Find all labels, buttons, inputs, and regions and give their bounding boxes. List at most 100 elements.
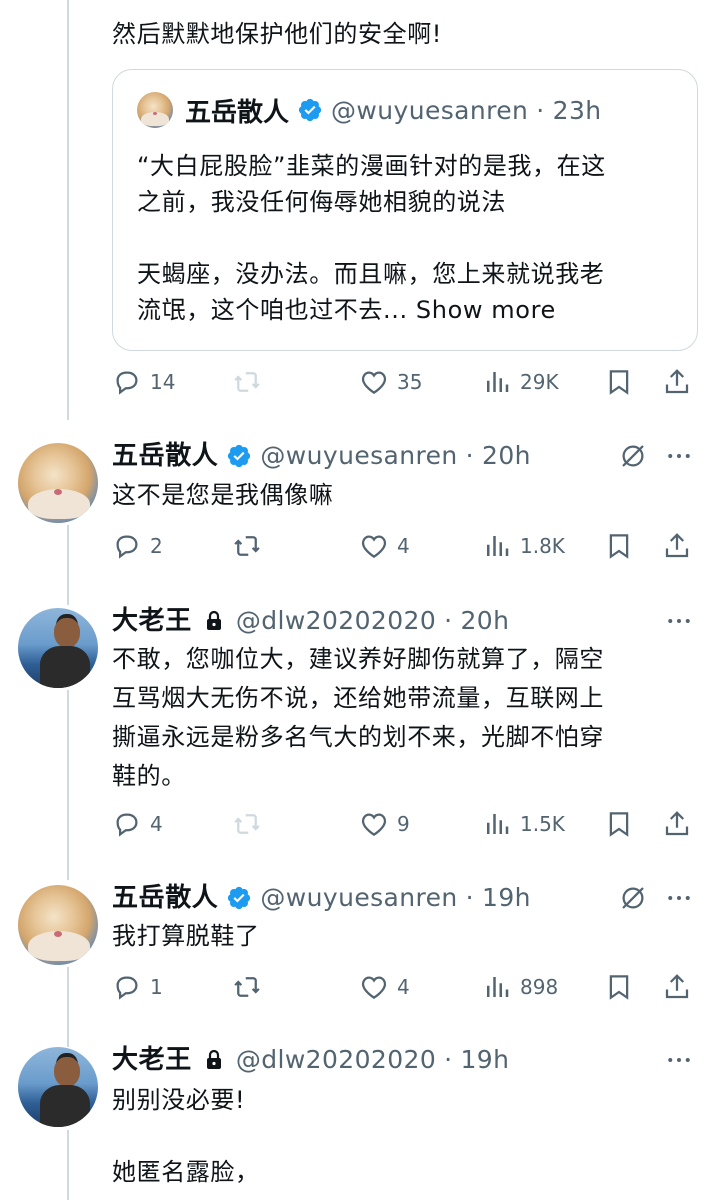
like-button[interactable]: 9 [359, 804, 410, 844]
share-icon [665, 533, 689, 558]
author-name[interactable]: 五岳散人 [112, 438, 218, 474]
bookmark-icon [609, 812, 629, 837]
like-count: 4 [397, 534, 410, 558]
views-count: 1.8K [520, 534, 565, 558]
tweet-text: 我打算脱鞋了 [112, 922, 260, 950]
reply-button[interactable]: 2 [112, 526, 163, 566]
timestamp[interactable]: 20h [460, 603, 509, 639]
bookmark-button[interactable] [604, 967, 634, 1007]
show-more-link[interactable]: Show more [416, 296, 556, 324]
tweet-text: 互骂烟大无伤不说，还给她带流量，互联网上 [112, 684, 604, 712]
like-button[interactable]: 4 [359, 967, 410, 1007]
retweet-button[interactable] [232, 526, 270, 566]
reply-button[interactable]: 14 [112, 362, 175, 402]
share-button[interactable] [662, 804, 692, 844]
quoted-handle[interactable]: @wuyuesanren [331, 96, 528, 125]
separator: · [465, 883, 475, 912]
quoted-text-line: 流氓，这个咱也过不去... [137, 296, 408, 324]
avatar[interactable] [18, 608, 98, 688]
reply-button[interactable]: 4 [112, 804, 163, 844]
like-icon [361, 976, 387, 999]
avatar[interactable] [18, 443, 98, 523]
reply-count: 2 [150, 534, 163, 558]
views-icon [487, 372, 509, 392]
views-count: 898 [520, 975, 559, 999]
share-button[interactable] [662, 362, 692, 402]
share-button[interactable] [662, 967, 692, 1007]
thread-line [67, 0, 69, 420]
quoted-text-line: “大白屁股脸”韭菜的漫画针对的是我，在这 [137, 152, 606, 180]
tweet-text: 鞋的。 [112, 762, 186, 790]
retweet-button[interactable] [232, 967, 270, 1007]
more-icon[interactable] [664, 1045, 694, 1075]
like-icon [361, 813, 387, 836]
verified-icon [228, 886, 251, 910]
retweet-icon [234, 372, 260, 392]
views-button[interactable]: 29K [482, 362, 559, 402]
quoted-text-line: 天蝎座，没办法。而且嘛，您上来就说我老 [137, 260, 605, 288]
reply-icon [116, 371, 138, 395]
timestamp[interactable]: 20h [482, 438, 531, 474]
views-count: 29K [520, 370, 559, 394]
share-icon [665, 811, 689, 836]
tweet-text: 撕逼永远是粉多名气大的划不来，光脚不怕穿 [112, 723, 604, 751]
reply-button[interactable]: 1 [112, 967, 163, 1007]
action-bar: 4 9 1.5K [112, 804, 698, 844]
like-icon [361, 371, 387, 394]
like-button[interactable]: 35 [359, 362, 422, 402]
retweet-icon [234, 536, 260, 556]
views-button[interactable]: 1.5K [482, 804, 565, 844]
avatar[interactable] [18, 1047, 98, 1127]
reply-icon [116, 976, 138, 1000]
retweet-button[interactable] [232, 362, 270, 402]
thread-line [67, 967, 69, 1047]
author-handle[interactable]: @wuyuesanren [260, 438, 457, 474]
action-bar: 2 4 1.8K [112, 526, 698, 566]
views-count: 1.5K [520, 812, 565, 836]
reply-icon [116, 813, 138, 837]
quoted-timestamp[interactable]: 23h [553, 96, 602, 125]
more-icon[interactable] [664, 606, 694, 636]
bookmark-button[interactable] [604, 362, 634, 402]
views-button[interactable]: 1.8K [482, 526, 565, 566]
tweet-text: 她匿名露脸， [112, 1158, 260, 1186]
retweet-button[interactable] [232, 804, 270, 844]
tweet-text: 不敢，您咖位大，建议养好脚伤就算了，隔空 [112, 645, 604, 673]
author-handle[interactable]: @dlw20202020 [236, 1042, 436, 1078]
verified-icon [228, 444, 251, 468]
share-icon [665, 369, 689, 394]
grok-icon[interactable] [618, 441, 648, 471]
quoted-avatar [137, 92, 173, 128]
timestamp[interactable]: 19h [482, 880, 531, 916]
views-icon [487, 977, 509, 997]
retweet-icon [234, 977, 260, 997]
bookmark-button[interactable] [604, 804, 634, 844]
timestamp[interactable]: 19h [460, 1042, 509, 1078]
bookmark-icon [609, 975, 629, 1000]
bookmark-icon [609, 370, 629, 395]
separator: · [465, 441, 475, 470]
share-button[interactable] [662, 526, 692, 566]
views-button[interactable]: 898 [482, 967, 558, 1007]
quoted-tweet-card[interactable]: 五岳散人 @wuyuesanren · 23h “大白屁股脸”韭菜的漫画针对的是… [112, 69, 698, 351]
like-count: 9 [397, 812, 410, 836]
separator: · [444, 606, 453, 635]
grok-icon[interactable] [618, 883, 648, 913]
bookmark-button[interactable] [604, 526, 634, 566]
bookmark-icon [609, 534, 629, 559]
lock-icon [206, 1049, 221, 1069]
author-handle[interactable]: @wuyuesanren [260, 880, 457, 916]
more-icon[interactable] [664, 441, 694, 471]
views-icon [487, 814, 509, 834]
author-name[interactable]: 大老王 [112, 1042, 192, 1078]
tweet-text: 别别没必要! [112, 1086, 246, 1114]
separator: · [444, 1045, 453, 1074]
more-icon[interactable] [664, 883, 694, 913]
like-button[interactable]: 4 [359, 526, 410, 566]
avatar[interactable] [18, 885, 98, 965]
author-handle[interactable]: @dlw20202020 [236, 603, 436, 639]
reply-count: 14 [150, 370, 176, 394]
author-name[interactable]: 大老王 [112, 603, 192, 639]
like-count: 35 [397, 370, 423, 394]
author-name[interactable]: 五岳散人 [112, 880, 218, 916]
